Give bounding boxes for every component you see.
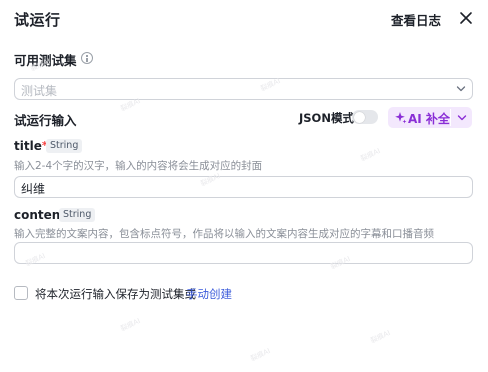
ai-complete-label: AI 补全: [408, 112, 450, 126]
chevron-down-icon: [457, 115, 467, 121]
watermark: 裂痕AI: [369, 328, 392, 346]
title-field-hint: 输入2-4个字的汉字，输入的内容将会生成对应的封面: [14, 160, 263, 172]
panel-header: 试运行 查看日志: [14, 0, 478, 38]
watermark: 裂痕AI: [359, 146, 382, 164]
save-as-dataset-checkbox[interactable]: [14, 286, 28, 300]
content-input[interactable]: [14, 242, 473, 264]
sparkle-icon: [395, 112, 407, 124]
title-type-tag: String: [46, 139, 83, 153]
dataset-select[interactable]: 测试集: [14, 78, 473, 100]
title-input-value: 纠维: [21, 182, 46, 196]
run-input-label: 试运行输入: [14, 113, 77, 128]
close-icon: [460, 12, 472, 24]
view-logs-button[interactable]: 查看日志: [391, 10, 441, 29]
json-mode-toggle[interactable]: [352, 110, 378, 124]
title-input[interactable]: 纠维: [14, 176, 473, 198]
dataset-select-placeholder: 测试集: [21, 84, 58, 98]
content-type-tag: String: [59, 208, 96, 222]
save-as-dataset-label: 将本次运行输入保存为测试集或: [35, 287, 196, 301]
chevron-down-icon: [456, 86, 466, 92]
toggle-knob: [353, 111, 365, 123]
panel-title: 试运行: [14, 11, 61, 29]
manual-create-link[interactable]: 手动创建: [186, 286, 232, 302]
ai-complete-main[interactable]: AI 补全: [388, 107, 450, 128]
info-icon[interactable]: [81, 52, 93, 64]
json-mode-label: JSON模式: [299, 111, 354, 125]
title-field-label: title*: [14, 139, 48, 153]
watermark: 裂痕AI: [249, 346, 272, 364]
content-field-hint: 输入完整的文案内容，包含标点符号，作品将以输入的文案内容生成对应的字幕和口播音频: [14, 228, 434, 240]
ai-complete-button[interactable]: AI 补全: [388, 107, 472, 128]
title-field-name: title: [14, 139, 42, 153]
ai-complete-dropdown[interactable]: [451, 107, 472, 128]
test-run-panel: 试运行 查看日志 可用测试集 测试集 试运行输入 JSON模式 AI 补全 ti…: [0, 0, 488, 372]
close-button[interactable]: [456, 8, 476, 28]
watermark: 裂痕AI: [119, 316, 142, 334]
